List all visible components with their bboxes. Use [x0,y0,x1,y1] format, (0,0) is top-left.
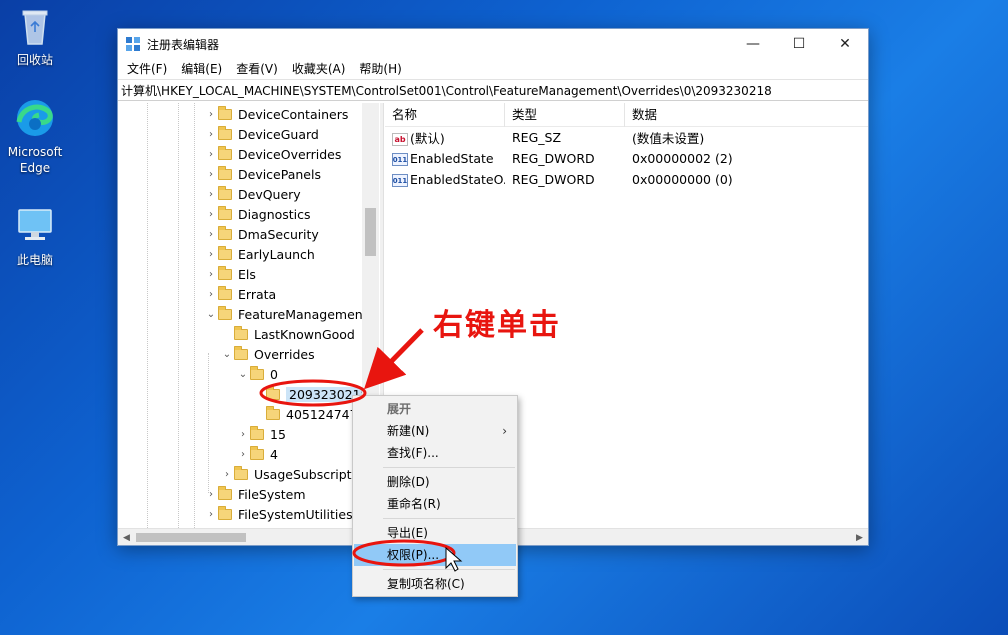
annotation-label: 右键单击 [433,308,561,343]
minimize-button[interactable]: — [730,29,776,59]
tree-item[interactable]: › DevicePanels [204,164,321,184]
tree-item[interactable]: › EarlyLaunch [204,244,315,264]
computer-icon [13,204,57,248]
menu-item-find[interactable]: 查找(F)... [353,442,517,464]
context-menu: 展开 新建(N) › 查找(F)... 删除(D) 重命名(R) 导出(E) 权限… [352,395,518,597]
menu-favorites[interactable]: 收藏夹(A) [285,59,353,79]
window-title: 注册表编辑器 [147,37,220,52]
menu-item-expand[interactable]: 展开 [353,398,517,420]
tree-item[interactable]: › DeviceContainers [204,104,348,124]
edge-icon [13,96,57,140]
maximize-button[interactable]: ☐ [776,29,822,59]
list-row[interactable]: 011 EnabledState REG_DWORD 0x00000002 (2) [385,148,868,169]
desktop-icon-edge[interactable]: Microsoft Edge [4,96,66,176]
close-button[interactable]: ✕ [822,29,868,59]
list-row[interactable]: ab (默认) REG_SZ (数值未设置) [385,127,868,148]
tree-item[interactable]: › FileSystem [204,484,306,504]
string-value-icon: ab [392,133,408,146]
regedit-icon [125,36,141,52]
menu-help[interactable]: 帮助(H) [352,59,408,79]
menu-separator [383,518,515,519]
tree-item[interactable]: LastKnownGood [220,324,355,344]
tree-item[interactable]: › FileSystemUtilities [204,504,353,524]
menu-item-permissions[interactable]: 权限(P)... [354,544,516,566]
tree-item-0[interactable]: ⌄ 0 [236,364,278,384]
tree-item-featuremanagement[interactable]: ⌄ FeatureManagement [204,304,368,324]
tree-item-overrides[interactable]: ⌄ Overrides [220,344,315,364]
menu-bar: 文件(F) 编辑(E) 查看(V) 收藏夹(A) 帮助(H) [118,59,868,79]
tree-item[interactable]: › DevQuery [204,184,301,204]
menu-item-delete[interactable]: 删除(D) [353,471,517,493]
menu-edit[interactable]: 编辑(E) [174,59,229,79]
key-tree: › DeviceContainers › DeviceGuard › DeviceOv… [118,103,380,528]
menu-item-copy-key-name[interactable]: 复制项名称(C) [353,573,517,595]
recycle-bin-icon [13,4,57,48]
scroll-thumb[interactable] [365,208,376,256]
menu-item-export[interactable]: 导出(E) [353,522,517,544]
tree-item[interactable]: › DeviceOverrides [204,144,341,164]
tree-item[interactable]: › DmaSecurity [204,224,319,244]
title-bar[interactable]: 注册表编辑器 — ☐ ✕ [118,29,868,59]
scroll-left-icon[interactable]: ◀ [118,529,135,546]
tree-item[interactable]: 405124747 [252,404,358,424]
address-bar[interactable]: 计算机\HKEY_LOCAL_MACHINE\SYSTEM\ControlSet… [118,79,868,101]
desktop-icon-label: Microsoft Edge [7,145,63,175]
list-row[interactable]: 011 EnabledStateO... REG_DWORD 0x00000000… [385,169,868,190]
column-type[interactable]: 类型 [505,102,625,127]
scroll-thumb[interactable] [136,533,246,542]
menu-separator [383,467,515,468]
scroll-right-icon[interactable]: ▶ [851,529,868,546]
menu-view[interactable]: 查看(V) [229,59,285,79]
tree-item[interactable]: › 15 [236,424,286,444]
tree-item[interactable]: › Els [204,264,256,284]
desktop-icon-recycle-bin[interactable]: 回收站 [4,4,66,68]
menu-item-new[interactable]: 新建(N) › [353,420,517,442]
desktop-icon-label: 回收站 [16,53,53,67]
tree-item[interactable]: › DeviceGuard [204,124,319,144]
column-data[interactable]: 数据 [625,103,805,127]
binary-value-icon: 011 [392,174,408,187]
menu-file[interactable]: 文件(F) [120,59,174,79]
menu-separator [383,569,515,570]
tree-item[interactable]: › 4 [236,444,278,464]
menu-item-rename[interactable]: 重命名(R) [353,493,517,515]
tree-item[interactable]: › Errata [204,284,276,304]
desktop-icon-this-pc[interactable]: 此电脑 [4,204,66,268]
tree-item[interactable]: › Diagnostics [204,204,311,224]
list-header: 名称 类型 数据 [385,102,868,127]
binary-value-icon: 011 [392,153,408,166]
desktop-icon-label: 此电脑 [16,253,53,267]
chevron-right-icon: › [502,424,507,438]
column-name[interactable]: 名称 [385,102,505,127]
